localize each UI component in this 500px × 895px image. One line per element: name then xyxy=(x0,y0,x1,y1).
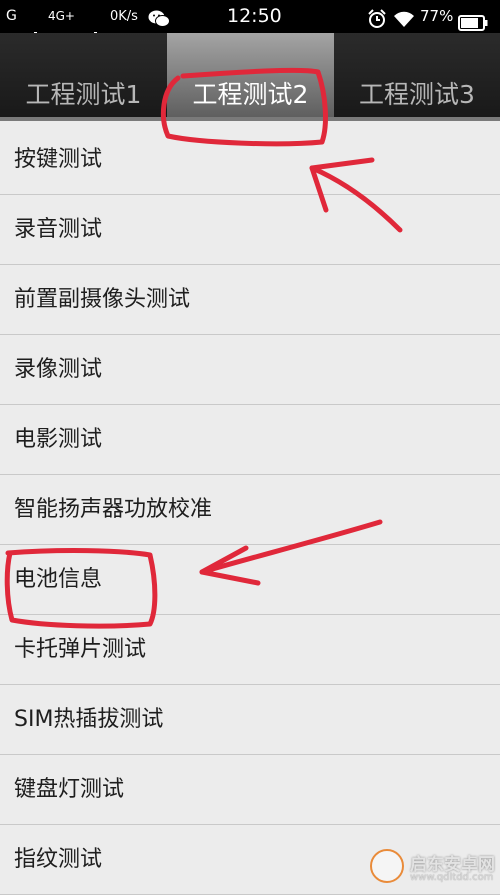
alarm-icon xyxy=(367,7,387,28)
list-item-smart-speaker-calibration[interactable]: 智能扬声器功放校准 xyxy=(0,475,500,545)
list-item-front-sub-camera-test[interactable]: 前置副摄像头测试 xyxy=(0,265,500,335)
list-item-sim-hotplug-test[interactable]: SIM热插拔测试 xyxy=(0,685,500,755)
signal-icon xyxy=(22,11,38,44)
watermark: 启东安卓网 www.qdltdd.com xyxy=(366,846,500,889)
tab-engineering-test-2[interactable]: 工程测试2 xyxy=(167,33,334,117)
carrier-label: G xyxy=(6,8,17,24)
network-type-label: 4G+ xyxy=(48,9,75,23)
list-item-battery-info[interactable]: 电池信息 xyxy=(0,545,500,615)
list-item-movie-test[interactable]: 电影测试 xyxy=(0,405,500,475)
tab-label: 工程测试1 xyxy=(25,80,142,109)
watermark-url: www.qdltdd.com xyxy=(410,872,494,883)
list-item-key-test[interactable]: 按键测试 xyxy=(0,125,500,195)
watermark-logo-icon xyxy=(370,849,404,883)
list-item-keyboard-light-test[interactable]: 键盘灯测试 xyxy=(0,755,500,825)
status-bar: G 4G+ 0K/s 12:50 77% xyxy=(0,0,500,44)
wifi-icon xyxy=(393,7,415,27)
list-item-recording-test[interactable]: 录音测试 xyxy=(0,195,500,265)
wechat-icon xyxy=(148,7,170,27)
tab-engineering-test-1[interactable]: 工程测试1 xyxy=(0,33,167,117)
list-item-card-tray-test[interactable]: 卡托弹片测试 xyxy=(0,615,500,685)
signal-icon xyxy=(82,11,98,44)
battery-icon xyxy=(458,9,488,31)
tab-bar: 工程测试1 工程测试2 工程测试3 xyxy=(0,33,500,121)
list-item-video-recording-test[interactable]: 录像测试 xyxy=(0,335,500,405)
tab-engineering-test-3[interactable]: 工程测试3 xyxy=(334,33,500,117)
tab-label: 工程测试2 xyxy=(192,80,309,109)
network-speed-label: 0K/s xyxy=(110,9,138,24)
test-list: 按键测试 录音测试 前置副摄像头测试 录像测试 电影测试 智能扬声器功放校准 电… xyxy=(0,125,500,895)
clock-label: 12:50 xyxy=(227,5,282,27)
battery-percent-label: 77% xyxy=(420,7,454,25)
tab-label: 工程测试3 xyxy=(359,80,475,109)
